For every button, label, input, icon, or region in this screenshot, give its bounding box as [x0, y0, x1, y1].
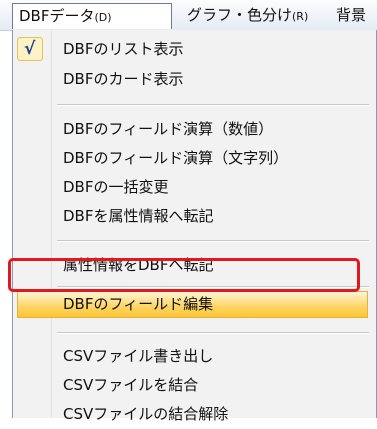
menu-item-dbf-list-view[interactable]: √ DBFのリスト表示 — [13, 34, 376, 64]
annotation-highlight-ring — [8, 258, 360, 292]
menubar-dbf-data[interactable]: DBFデータ(D) — [12, 3, 172, 29]
menu-item-label: DBFのフィールド演算（文字列） — [63, 149, 289, 167]
menu-item-label: CSVファイル書き出し — [63, 347, 214, 365]
menu-item-label: DBFを属性情報へ転記 — [63, 207, 214, 225]
menu-item-field-calc-numeric[interactable]: DBFのフィールド演算（数値） — [13, 114, 376, 144]
menu-item-label: DBFの一括変更 — [63, 178, 169, 196]
check-indicator: √ — [17, 37, 43, 61]
menu-item-dbf-bulk-change[interactable]: DBFの一括変更 — [13, 172, 376, 202]
menu-separator — [57, 240, 369, 242]
menu-bar: DBFデータ(D) グラフ・色分け(R) 背景 — [0, 0, 377, 31]
menubar-graph-color-label: グラフ・色分け — [187, 6, 293, 24]
menu-item-label: CSVファイルを結合 — [63, 376, 199, 394]
menu-item-label: DBFのリスト表示 — [63, 40, 184, 58]
menubar-dbf-data-accelerator: (D) — [94, 11, 112, 24]
menu-separator — [57, 332, 369, 334]
menubar-background[interactable]: 背景 — [336, 3, 366, 29]
menu-item-csv-export[interactable]: CSVファイル書き出し — [13, 341, 376, 371]
menu-item-label: DBFのカード表示 — [63, 70, 184, 88]
menu-item-csv-join[interactable]: CSVファイルを結合 — [13, 370, 376, 400]
menu-item-label: CSVファイルの結合解除 — [63, 405, 229, 423]
menu-item-dbf-to-attributes[interactable]: DBFを属性情報へ転記 — [13, 201, 376, 231]
checkmark-icon: √ — [24, 39, 36, 59]
menubar-graph-color-accelerator: (R) — [292, 10, 309, 23]
menu-item-dbf-card-view[interactable]: DBFのカード表示 — [13, 64, 376, 94]
menu-item-dbf-field-edit[interactable]: DBFのフィールド編集 — [17, 291, 368, 318]
menubar-background-label: 背景 — [336, 6, 367, 24]
menubar-graph-color[interactable]: グラフ・色分け(R) — [187, 3, 308, 29]
menu-item-field-calc-string[interactable]: DBFのフィールド演算（文字列） — [13, 143, 376, 173]
menu-separator — [57, 104, 369, 106]
menu-item-label: DBFのフィールド編集 — [63, 295, 214, 313]
menubar-dbf-data-label: DBFデータ — [19, 7, 95, 25]
menu-item-label: DBFのフィールド演算（数値） — [63, 120, 274, 138]
menu-item-csv-unjoin[interactable]: CSVファイルの結合解除 — [13, 399, 376, 429]
dropdown-menu: √ DBFのリスト表示 DBFのカード表示 DBFのフィールド演算（数値） DB… — [12, 30, 377, 423]
